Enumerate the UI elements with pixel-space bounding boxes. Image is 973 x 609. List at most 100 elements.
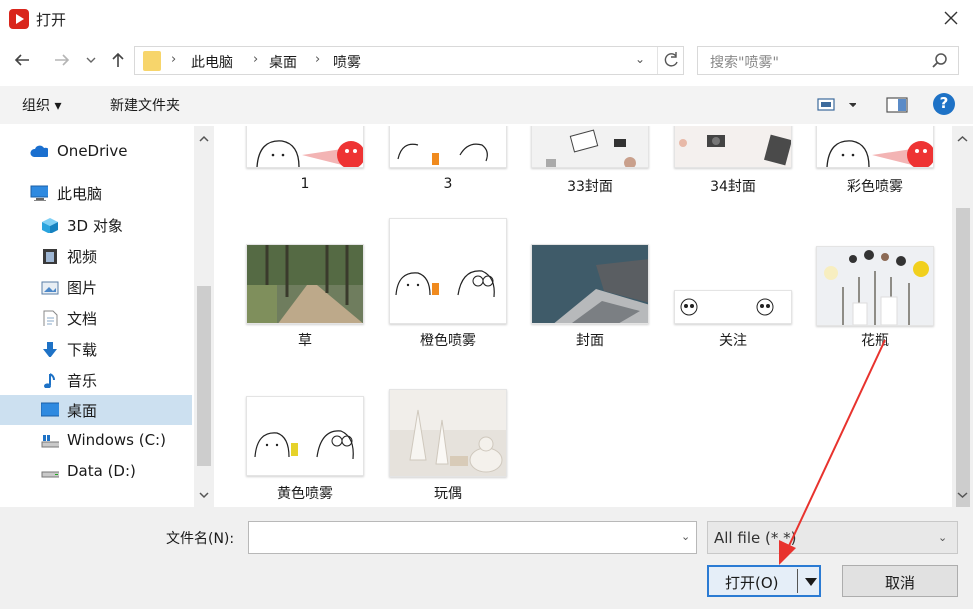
file-name: 彩色喷雾 — [847, 179, 903, 195]
chevron-down-icon — [957, 492, 968, 499]
close-icon — [944, 11, 958, 25]
sidebar-item-label: 视频 — [67, 248, 98, 266]
file-thumbnail — [246, 126, 364, 168]
file-name: 1 — [300, 176, 310, 192]
file-list-scrollbar[interactable] — [952, 126, 973, 508]
sidebar-item-label: 文档 — [67, 310, 98, 328]
open-button[interactable]: 打开(O) — [707, 565, 821, 597]
sidebar-item-onedrive[interactable]: OneDrive — [0, 137, 192, 167]
search-input[interactable]: 搜索"喷雾" — [710, 52, 779, 72]
breadcrumb-desktop[interactable]: 桌面 — [269, 52, 297, 72]
new-folder-button[interactable]: 新建文件夹 — [110, 95, 180, 115]
file-type-select[interactable]: All file (*.*) ⌄ — [707, 521, 958, 554]
forward-button[interactable] — [50, 48, 74, 72]
sidebar-item-downloads[interactable]: 下载 — [0, 334, 192, 364]
scrollbar-thumb[interactable] — [956, 208, 970, 508]
file-name: 封面 — [576, 333, 604, 349]
file-thumbnail — [531, 126, 649, 168]
scrollbar-thumb[interactable] — [197, 286, 211, 466]
sidebar-item-label: 音乐 — [67, 372, 98, 390]
file-name: 黄色喷雾 — [277, 486, 333, 502]
recent-locations-button[interactable] — [82, 48, 100, 72]
download-icon — [43, 342, 57, 357]
refresh-icon — [664, 52, 678, 67]
search-icon[interactable] — [930, 51, 950, 71]
address-dropdown[interactable]: ⌄ — [635, 52, 645, 66]
sidebar-item-3d-objects[interactable]: 3D 对象 — [0, 210, 192, 240]
navigation-scrollbar[interactable] — [194, 126, 214, 507]
dialog-footer: 文件名(N): ⌄ All file (*.*) ⌄ 打开(O) 取消 — [0, 507, 973, 609]
sidebar-item-label: OneDrive — [57, 142, 128, 160]
file-thumbnail — [389, 218, 507, 324]
filename-input[interactable]: ⌄ — [248, 521, 697, 554]
sidebar-item-pictures[interactable]: 图片 — [0, 272, 192, 302]
cancel-button-label: 取消 — [884, 574, 915, 592]
breadcrumb-separator: › — [315, 52, 321, 67]
open-button-label: 打开(O) — [725, 574, 779, 592]
preview-pane-icon[interactable] — [886, 95, 908, 115]
file-thumbnail — [389, 126, 507, 168]
file-thumbnail — [531, 244, 649, 324]
file-name: 33封面 — [567, 179, 613, 195]
chevron-down-icon — [86, 57, 96, 63]
computer-icon — [30, 185, 48, 201]
window-title: 打开 — [36, 11, 67, 29]
navigation-bar: › 此电脑 › 桌面 › 喷雾 ⌄ 搜索"喷雾" — [0, 42, 973, 80]
file-name: 花瓶 — [861, 333, 889, 349]
folder-icon — [143, 51, 161, 71]
file-thumbnail — [674, 126, 792, 168]
file-thumbnail — [389, 389, 507, 477]
address-bar[interactable]: › 此电脑 › 桌面 › 喷雾 ⌄ — [134, 46, 684, 75]
sidebar-item-desktop[interactable]: 桌面 — [0, 395, 192, 425]
sidebar-item-windows-c[interactable]: Windows (C:) — [0, 426, 192, 456]
cube-icon — [42, 218, 58, 233]
search-box[interactable]: 搜索"喷雾" — [697, 46, 959, 75]
sidebar-item-music[interactable]: 音乐 — [0, 365, 192, 395]
command-toolbar: 组织 ▾ 新建文件夹 ? — [0, 86, 973, 124]
chevron-down-icon — [199, 492, 209, 499]
breadcrumb-this-pc[interactable]: 此电脑 — [191, 52, 233, 72]
close-button[interactable] — [936, 6, 966, 32]
sidebar-item-videos[interactable]: 视频 — [0, 241, 192, 271]
arrow-right-icon — [55, 54, 70, 66]
cloud-icon — [30, 145, 48, 157]
drive-icon — [41, 471, 59, 478]
sidebar-item-data-d[interactable]: Data (D:) — [0, 457, 192, 487]
pictures-icon — [41, 281, 59, 295]
sidebar-item-label: 图片 — [67, 279, 98, 297]
navigation-pane: OneDrive 此电脑 3D 对象 视频 图片 文档 下载 音乐 桌面 Win… — [0, 126, 216, 507]
file-type-value: All file (*.*) — [714, 529, 797, 547]
sidebar-item-label: 3D 对象 — [67, 217, 123, 235]
desktop-icon — [41, 402, 59, 417]
breadcrumb-spray[interactable]: 喷雾 — [333, 52, 361, 72]
chevron-up-icon — [199, 135, 209, 142]
chevron-down-icon: ⌄ — [938, 531, 948, 544]
chevron-up-icon — [957, 135, 968, 142]
file-list-pane: 1 3 33封面 34封面 彩色喷雾 草 橙色喷雾 封面 关注 花瓶 黄色喷雾 … — [216, 126, 952, 507]
file-name: 草 — [298, 333, 312, 349]
sidebar-item-label: Windows (C:) — [67, 431, 166, 449]
caret-down-icon[interactable] — [804, 575, 818, 589]
drive-icon — [41, 435, 59, 448]
help-icon: ? — [939, 94, 949, 112]
help-button[interactable]: ? — [933, 93, 955, 115]
back-button[interactable] — [10, 48, 34, 72]
sidebar-item-documents[interactable]: 文档 — [0, 303, 192, 333]
refresh-button[interactable] — [657, 47, 684, 74]
title-bar: 打开 — [0, 0, 973, 38]
app-logo-icon — [9, 9, 29, 29]
sidebar-item-this-pc[interactable]: 此电脑 — [0, 178, 192, 208]
filename-label: 文件名(N): — [166, 531, 235, 547]
breadcrumb-separator: › — [171, 52, 177, 67]
music-icon — [44, 373, 55, 388]
organize-button[interactable]: 组织 ▾ — [22, 95, 61, 115]
file-thumbnail — [816, 126, 934, 168]
chevron-down-icon[interactable]: ⌄ — [681, 530, 690, 543]
cancel-button[interactable]: 取消 — [842, 565, 958, 597]
sidebar-item-label: 此电脑 — [57, 185, 103, 203]
file-name: 关注 — [719, 333, 747, 349]
file-thumbnail — [816, 246, 934, 326]
up-button[interactable] — [106, 48, 130, 72]
sidebar-item-label: Data (D:) — [67, 462, 136, 480]
view-options-icon[interactable] — [816, 95, 856, 115]
